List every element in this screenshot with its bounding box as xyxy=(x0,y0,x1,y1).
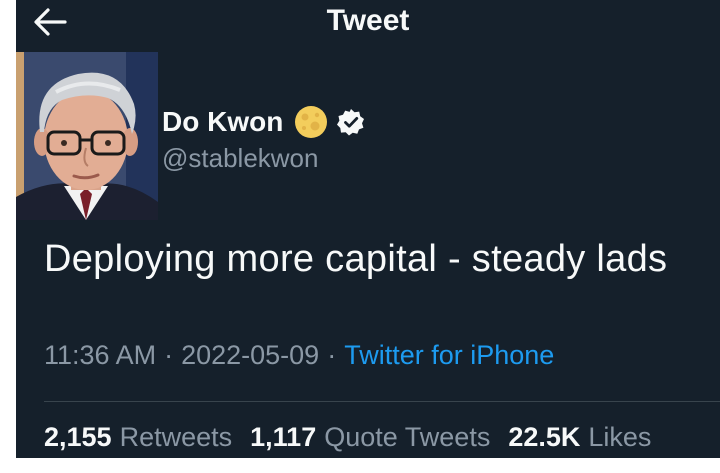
author-handle[interactable]: @stablekwon xyxy=(162,143,318,174)
retweets-label: Retweets xyxy=(119,422,233,452)
verified-badge-icon xyxy=(337,109,365,136)
tweet-stats: 2,155 Retweets 1,117 Quote Tweets 22.5K Lik… xyxy=(44,422,651,453)
divider xyxy=(44,401,720,402)
tweet-meta: 11:36 AM · 2022-05-09 · Twitter for iPhone xyxy=(44,340,554,371)
avatar-photo xyxy=(16,52,158,220)
full-moon-icon xyxy=(295,106,328,138)
retweets-count: 2,155 xyxy=(44,422,112,452)
quote-tweets-stat[interactable]: 1,117 Quote Tweets xyxy=(250,422,490,453)
header-bar: Tweet xyxy=(16,0,720,44)
quote-tweets-label: Quote Tweets xyxy=(324,422,491,452)
tweet-screen: Tweet Do Kwon @stablekwon Deploying more… xyxy=(16,0,720,458)
avatar[interactable] xyxy=(16,52,158,220)
quote-tweets-count: 1,117 xyxy=(250,422,317,452)
retweets-stat[interactable]: 2,155 Retweets xyxy=(44,422,232,453)
tweet-text: Deploying more capital - steady lads xyxy=(44,238,668,280)
tweet-date[interactable]: 2022-05-09 xyxy=(181,340,319,370)
meta-separator: · xyxy=(164,340,174,370)
author-name: Do Kwon xyxy=(162,106,284,137)
author-name-row[interactable]: Do Kwon xyxy=(162,104,365,140)
likes-stat[interactable]: 22.5K Likes xyxy=(508,422,651,453)
tweet-source-link[interactable]: Twitter for iPhone xyxy=(344,340,554,370)
page-title: Tweet xyxy=(326,4,410,37)
likes-label: Likes xyxy=(588,422,652,452)
likes-count: 22.5K xyxy=(508,422,581,452)
meta-separator: · xyxy=(327,340,337,370)
tweet-time[interactable]: 11:36 AM xyxy=(44,340,156,370)
